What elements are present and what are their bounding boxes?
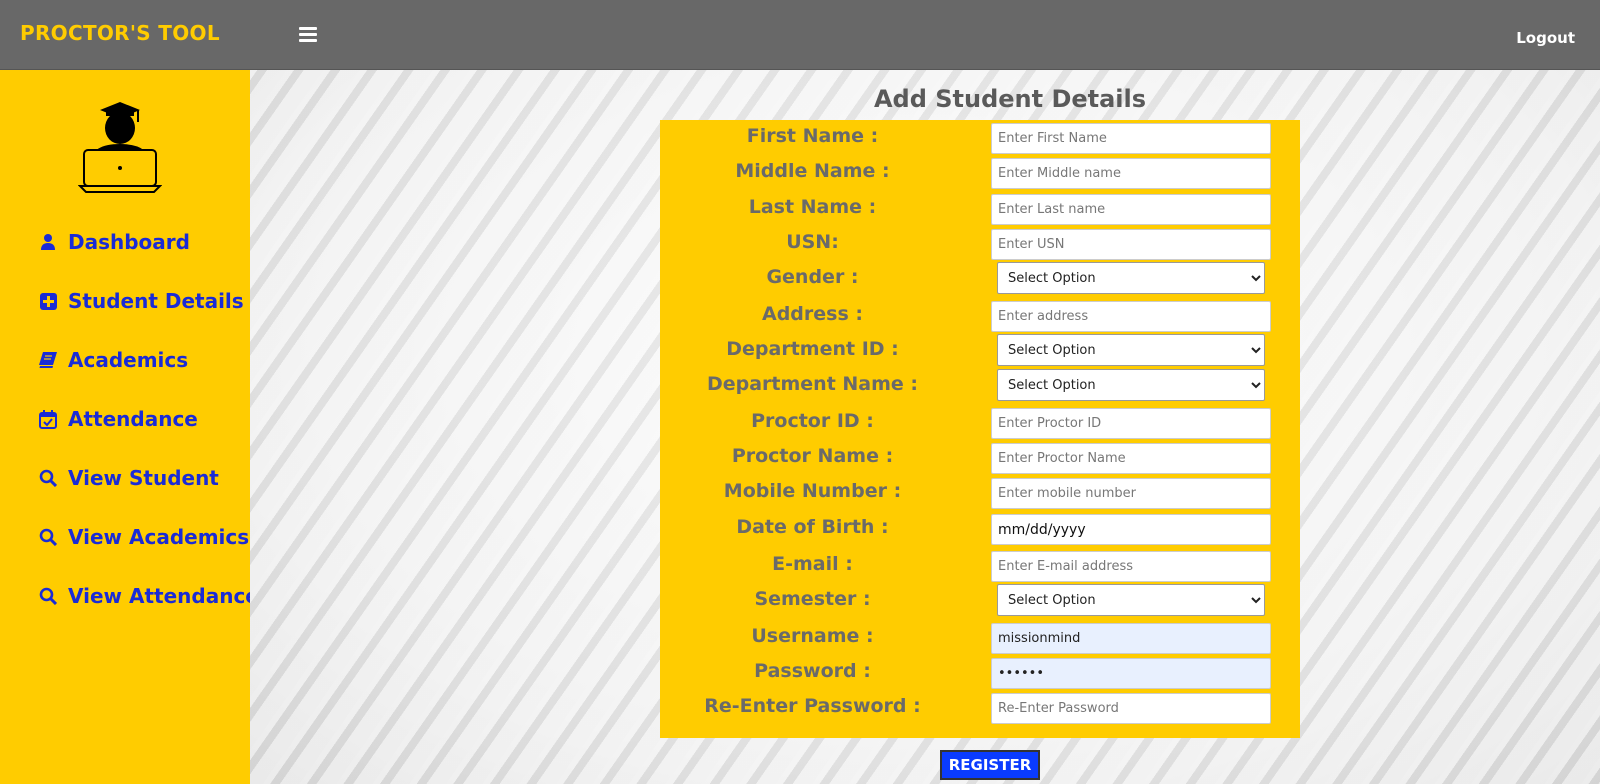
field-label: Re-Enter Password : bbox=[704, 695, 921, 717]
sidebar-item-student-details[interactable]: Student Details bbox=[38, 289, 244, 313]
sidebar-item-label: View Attendance bbox=[68, 584, 259, 608]
calendar-check-icon bbox=[38, 409, 58, 429]
form-row-password: Password : bbox=[660, 656, 1300, 692]
search-icon bbox=[38, 468, 58, 488]
semester-select[interactable]: Select Option bbox=[997, 584, 1265, 616]
search-icon bbox=[38, 527, 58, 547]
field-label: USN: bbox=[786, 231, 839, 253]
sidebar-item-dashboard[interactable]: Dashboard bbox=[38, 230, 190, 254]
sidebar-item-label: Dashboard bbox=[68, 230, 190, 254]
field-label: Address : bbox=[762, 303, 863, 325]
field-label: Gender : bbox=[766, 266, 859, 288]
logout-link[interactable]: Logout bbox=[1516, 29, 1575, 47]
form-row-department-name: Department Name : Select Option bbox=[660, 369, 1300, 405]
form-row-re-enter-password: Re-Enter Password : bbox=[660, 691, 1300, 727]
form-row-middle-name: Middle Name : bbox=[660, 156, 1300, 192]
sidebar-item-view-student[interactable]: View Student bbox=[38, 466, 219, 490]
form-row-proctor-id: Proctor ID : bbox=[660, 406, 1300, 442]
field-label: Mobile Number : bbox=[723, 480, 902, 502]
field-label: Semester : bbox=[754, 588, 871, 610]
sidebar: Dashboard Student Details Academics Atte… bbox=[0, 70, 259, 784]
field-label: Proctor ID : bbox=[751, 410, 874, 432]
form-row-username: Username : bbox=[660, 621, 1300, 657]
field-label: Date of Birth : bbox=[736, 516, 889, 538]
search-icon bbox=[38, 586, 58, 606]
sidebar-item-label: Academics bbox=[68, 348, 189, 372]
form-row-usn: USN: bbox=[660, 227, 1300, 263]
gender-select[interactable]: Select Option bbox=[997, 262, 1265, 294]
email-input[interactable] bbox=[991, 551, 1271, 582]
form-row-email: E-mail : bbox=[660, 549, 1300, 585]
form-row-last-name: Last Name : bbox=[660, 192, 1300, 228]
re-enter-password-input[interactable] bbox=[991, 693, 1271, 724]
field-label: Proctor Name : bbox=[731, 445, 894, 467]
sidebar-item-label: Attendance bbox=[68, 407, 198, 431]
form-row-semester: Semester : Select Option bbox=[660, 584, 1300, 620]
first-name-input[interactable] bbox=[991, 123, 1271, 154]
register-button[interactable]: REGISTER bbox=[940, 750, 1040, 780]
form-row-first-name: First Name : bbox=[660, 121, 1300, 157]
sidebar-item-attendance[interactable]: Attendance bbox=[38, 407, 198, 431]
department-name-select[interactable]: Select Option bbox=[997, 369, 1265, 401]
page-title: Add Student Details bbox=[873, 85, 1147, 113]
user-icon bbox=[38, 232, 58, 252]
mobile-number-input[interactable] bbox=[991, 478, 1271, 509]
middle-name-input[interactable] bbox=[991, 158, 1271, 189]
sidebar-item-label: View Student bbox=[68, 466, 219, 490]
sidebar-item-label: View Academics bbox=[68, 525, 250, 549]
student-avatar-icon bbox=[78, 102, 162, 193]
main-content: Add Student Details First Name : Middle … bbox=[250, 70, 1600, 784]
student-form: First Name : Middle Name : Last Name : U… bbox=[660, 120, 1300, 738]
field-label: Password : bbox=[754, 660, 871, 682]
form-row-proctor-name: Proctor Name : bbox=[660, 441, 1300, 477]
address-input[interactable] bbox=[991, 301, 1271, 332]
form-row-mobile-number: Mobile Number : bbox=[660, 476, 1300, 512]
form-row-date-of-birth: Date of Birth : bbox=[660, 512, 1300, 548]
date-of-birth-input[interactable] bbox=[991, 514, 1271, 545]
field-label: Department ID : bbox=[726, 338, 899, 360]
form-row-address: Address : bbox=[660, 299, 1300, 335]
form-row-gender: Gender : Select Option bbox=[660, 262, 1300, 298]
field-label: Last Name : bbox=[748, 196, 877, 218]
sidebar-item-academics[interactable]: Academics bbox=[38, 348, 188, 372]
last-name-input[interactable] bbox=[991, 194, 1271, 225]
department-id-select[interactable]: Select Option bbox=[997, 334, 1265, 366]
field-label: Department Name : bbox=[706, 373, 919, 395]
proctor-id-input[interactable] bbox=[991, 408, 1271, 439]
proctor-name-input[interactable] bbox=[991, 443, 1271, 474]
sidebar-item-label: Student Details bbox=[68, 289, 244, 313]
sidebar-item-view-academics[interactable]: View Academics bbox=[38, 525, 249, 549]
field-label: E-mail : bbox=[772, 553, 853, 575]
plus-square-icon bbox=[38, 291, 58, 311]
field-label: Username : bbox=[751, 625, 874, 647]
top-navbar: PROCTOR'S TOOL Logout bbox=[0, 0, 1600, 70]
field-label: First Name : bbox=[746, 125, 879, 147]
app-brand: PROCTOR'S TOOL bbox=[20, 21, 220, 45]
form-row-department-id: Department ID : Select Option bbox=[660, 334, 1300, 370]
menu-toggle-icon[interactable] bbox=[299, 27, 317, 45]
field-label: Middle Name : bbox=[735, 160, 890, 182]
usn-input[interactable] bbox=[991, 229, 1271, 260]
book-icon bbox=[38, 350, 58, 370]
password-input[interactable] bbox=[991, 658, 1271, 689]
sidebar-item-view-attendance[interactable]: View Attendance bbox=[38, 584, 259, 608]
username-input[interactable] bbox=[991, 623, 1271, 654]
